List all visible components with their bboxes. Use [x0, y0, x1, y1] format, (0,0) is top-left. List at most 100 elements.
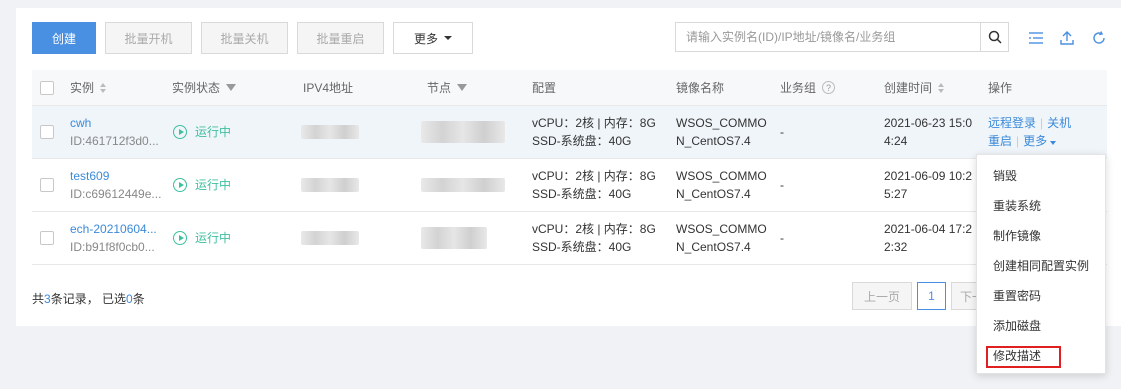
sort-icon[interactable] [938, 82, 945, 93]
batch-stop-button[interactable]: 批量关机 [201, 22, 288, 54]
total-count: 3 [44, 292, 51, 306]
restart-link[interactable]: 重启 [988, 132, 1012, 150]
header-ipv4-label: IPV4地址 [303, 80, 354, 95]
header-config: 配置 [532, 70, 556, 105]
instance-name-link[interactable]: ech-20210604... [70, 220, 157, 238]
search-input[interactable] [676, 23, 980, 51]
ipv4-cell [301, 212, 359, 264]
row-checkbox[interactable] [40, 231, 54, 245]
header-status-label: 实例状态 [172, 80, 221, 95]
created-line2: 4:24 [884, 134, 908, 148]
filter-icon[interactable] [226, 84, 237, 91]
highlight-box [986, 346, 1061, 368]
menu-item-clone-config[interactable]: 创建相同配置实例 [977, 251, 1105, 281]
menu-item-destroy[interactable]: 销毁 [977, 161, 1105, 191]
image-name-line2: N_CentOS7.4 [676, 134, 751, 148]
sort-icon[interactable] [100, 82, 107, 93]
ipv4-cell [301, 106, 359, 158]
header-node[interactable]: 节点 [427, 70, 468, 105]
redacted-node [421, 121, 505, 143]
menu-item-add-disk[interactable]: 添加磁盘 [977, 311, 1105, 341]
group-value: - [780, 178, 784, 192]
running-icon [173, 231, 187, 245]
created-line1: 2021-06-23 15:0 [884, 116, 973, 130]
header-node-label: 节点 [427, 80, 452, 95]
header-created[interactable]: 创建时间 [884, 70, 945, 105]
actions-cell: 远程登录 | 关机 重启 | 更多 [988, 106, 1071, 158]
remote-login-link[interactable]: 远程登录 [988, 114, 1036, 132]
image-name-line1: WSOS_COMMO [676, 116, 767, 130]
row-select-cell [40, 212, 54, 264]
menu-item-create-image[interactable]: 制作镜像 [977, 221, 1105, 251]
menu-item-reset-password[interactable]: 重置密码 [977, 281, 1105, 311]
more-button[interactable]: 更多 [393, 22, 473, 54]
created-line2: 2:32 [884, 240, 908, 254]
group-cell: - [780, 106, 784, 158]
total-suffix: 条 [132, 292, 145, 306]
table-header: 实例 实例状态 IPV4地址 节点 配置 镜像名称 业务组 ? 创建时间 操作 [32, 70, 1107, 106]
header-image: 镜像名称 [676, 70, 724, 105]
created-line2: 5:27 [884, 187, 908, 201]
table-row[interactable]: ech-20210604... ID:b91f8f0cb0... 运行中 vCP… [32, 212, 1107, 265]
actions-line1: 远程登录 | 关机 [988, 114, 1071, 132]
instance-table: 实例 实例状态 IPV4地址 节点 配置 镜像名称 业务组 ? 创建时间 操作 … [32, 70, 1107, 265]
header-actions-label: 操作 [988, 80, 1013, 95]
header-status[interactable]: 实例状态 [172, 70, 237, 105]
create-button[interactable]: 创建 [32, 22, 96, 54]
status-text: 运行中 [195, 178, 232, 192]
select-all-checkbox[interactable] [40, 80, 54, 95]
image-cell: WSOS_COMMO N_CentOS7.4 [676, 212, 767, 264]
filter-icon[interactable] [457, 84, 468, 91]
export-icon[interactable] [1058, 29, 1076, 47]
created-line1: 2021-06-04 17:2 [884, 222, 973, 236]
shutdown-link[interactable]: 关机 [1047, 114, 1071, 132]
created-cell: 2021-06-23 15:0 4:24 [884, 106, 972, 158]
group-value: - [780, 231, 784, 245]
config-cell: vCPU：2核 | 内存：8G SSD-系统盘：40G [532, 212, 656, 264]
status-cell: 运行中 [173, 159, 231, 211]
config-cell: vCPU：2核 | 内存：8G SSD-系统盘：40G [532, 159, 656, 211]
created-cell: 2021-06-09 10:2 5:27 [884, 159, 972, 211]
batch-start-button[interactable]: 批量开机 [105, 22, 192, 54]
chevron-down-icon [1050, 141, 1057, 145]
chevron-down-icon [444, 36, 452, 40]
search-button[interactable] [980, 23, 1008, 51]
running-icon [173, 178, 187, 192]
header-group: 业务组 ? [780, 70, 836, 105]
total-prefix: 共 [32, 292, 45, 306]
status-cell: 运行中 [173, 106, 231, 158]
row-checkbox[interactable] [40, 178, 54, 192]
instance-cell: test609 ID:c69612449e... [70, 159, 161, 211]
column-settings-icon[interactable] [1027, 29, 1045, 47]
row-checkbox[interactable] [40, 125, 54, 139]
image-name-line2: N_CentOS7.4 [676, 187, 751, 201]
actions-line2: 重启 | 更多 [988, 132, 1057, 150]
header-created-label: 创建时间 [884, 80, 933, 95]
node-cell [421, 212, 487, 264]
status-cell: 运行中 [173, 212, 231, 264]
redacted-node [421, 227, 487, 249]
header-group-label: 业务组 [780, 80, 817, 95]
instance-cell: ech-20210604... ID:b91f8f0cb0... [70, 212, 157, 264]
table-row[interactable]: test609 ID:c69612449e... 运行中 vCPU：2核 | 内… [32, 159, 1107, 212]
prev-page-button[interactable]: 上一页 [852, 282, 912, 310]
instance-name-link[interactable]: test609 [70, 167, 161, 185]
config-cell: vCPU：2核 | 内存：8G SSD-系统盘：40G [532, 106, 656, 158]
refresh-icon[interactable] [1090, 29, 1108, 47]
node-cell [421, 106, 505, 158]
header-instance[interactable]: 实例 [70, 70, 107, 105]
group-cell: - [780, 212, 784, 264]
table-row[interactable]: cwh ID:461712f3d0... 运行中 vCPU：2核 | 内存：8G… [32, 106, 1107, 159]
page-number-button[interactable]: 1 [917, 282, 946, 310]
node-cell [421, 159, 505, 211]
group-cell: - [780, 159, 784, 211]
instance-name-link[interactable]: cwh [70, 114, 159, 132]
help-icon[interactable]: ? [822, 81, 836, 94]
running-icon [173, 125, 187, 139]
menu-item-reinstall-system[interactable]: 重装系统 [977, 191, 1105, 221]
batch-restart-button[interactable]: 批量重启 [297, 22, 384, 54]
more-actions-label: 更多 [1023, 134, 1048, 148]
config-cpu-mem: vCPU：2核 | 内存：8G [532, 222, 656, 236]
config-disk: SSD-系统盘：40G [532, 187, 632, 201]
more-actions-link[interactable]: 更多 [1023, 132, 1057, 150]
